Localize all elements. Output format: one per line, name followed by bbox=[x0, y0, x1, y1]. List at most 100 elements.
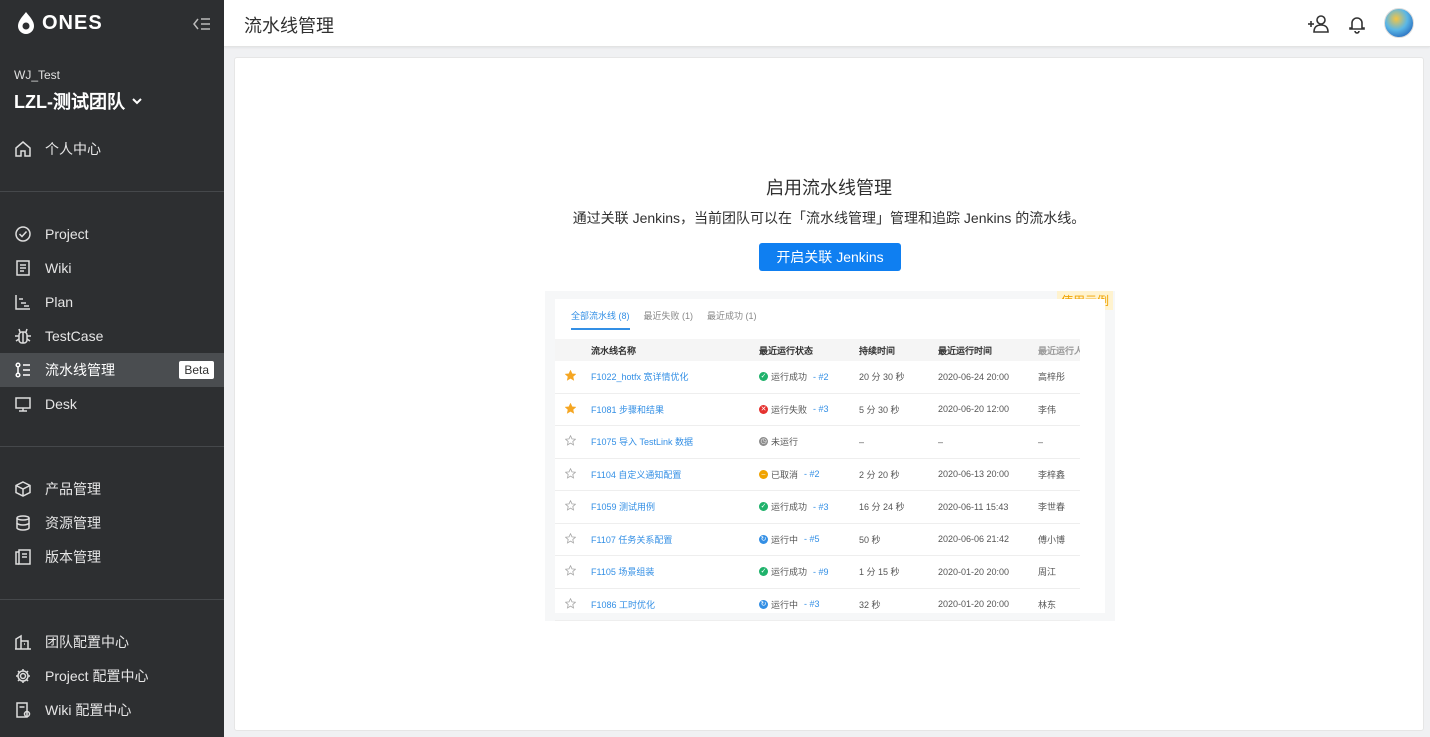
last-run-user: 傅小博 bbox=[1038, 534, 1066, 545]
sidebar-item-plan[interactable]: Plan bbox=[0, 285, 224, 319]
example-table: 流水线名称 最近运行状态 持续时间 最近运行时间 最近运行人 F1022_hot… bbox=[555, 339, 1080, 621]
sidebar-item-label: Wiki bbox=[45, 260, 72, 276]
status-fail-icon: ✕ bbox=[759, 404, 768, 414]
main-card: 启用流水线管理 通过关联 Jenkins，当前团队可以在「流水线管理」管理和追踪… bbox=[234, 57, 1424, 731]
run-status: ✕ 运行失败 - #3 bbox=[759, 403, 859, 416]
pipeline-icon bbox=[14, 361, 32, 379]
ones-logo[interactable]: ONES bbox=[16, 10, 103, 36]
run-number: - #5 bbox=[804, 534, 820, 545]
last-run-time: – bbox=[938, 436, 944, 447]
collapse-sidebar-icon[interactable] bbox=[192, 14, 212, 34]
team-name: LZL-测试团队 bbox=[14, 92, 125, 112]
team-switcher[interactable]: LZL-测试团队 bbox=[14, 88, 143, 114]
sidebar-item-label: Plan bbox=[45, 294, 74, 310]
duration: 32 秒 bbox=[859, 599, 881, 610]
wiki-icon bbox=[14, 259, 32, 277]
status-success-icon: ✓ bbox=[759, 502, 768, 512]
run-number: - #3 bbox=[804, 599, 820, 610]
table-row: F1107 任务关系配置 ↻ 运行中 - #5 50 秒 2020-06-06 21:42… bbox=[555, 524, 1080, 556]
version-icon bbox=[14, 548, 32, 566]
example-table-body: F1022_hotfx 宽详情优化 ✓ 运行成功 - #2 20 分 30 秒 2020-… bbox=[555, 361, 1080, 621]
star-filled-icon bbox=[555, 402, 591, 416]
last-run-user: 李世春 bbox=[1038, 502, 1066, 513]
run-number: - #2 bbox=[813, 371, 829, 382]
sidebar-item-resource[interactable]: 资源管理 bbox=[0, 506, 224, 540]
run-status: ✓ 运行成功 - #3 bbox=[759, 500, 859, 513]
column-header: 流水线名称 bbox=[591, 345, 637, 356]
sidebar-item-label: Project bbox=[45, 226, 89, 242]
star-outline-icon bbox=[555, 565, 591, 578]
empty-state-title: 启用流水线管理 bbox=[766, 178, 892, 198]
sidebar-item-version[interactable]: 版本管理 bbox=[0, 540, 224, 574]
sidebar-item-product[interactable]: 产品管理 bbox=[0, 472, 224, 506]
pipeline-name: F1022_hotfx 宽详情优化 bbox=[591, 372, 689, 383]
status-none-icon: ◷ bbox=[759, 437, 768, 447]
last-run-time: 2020-01-20 20:00 bbox=[938, 599, 1010, 610]
wiki-config-icon bbox=[14, 701, 32, 719]
sidebar-item-team-config[interactable]: 团队配置中心 bbox=[0, 625, 224, 659]
pipeline-name: F1059 测试用例 bbox=[591, 502, 656, 513]
last-run-time: 2020-06-24 20:00 bbox=[938, 371, 1010, 382]
column-header: 持续时间 bbox=[859, 345, 896, 356]
pipeline-name: F1107 任务关系配置 bbox=[591, 534, 673, 545]
status-text: 已取消 bbox=[771, 469, 799, 480]
last-run-time: 2020-06-13 20:00 bbox=[938, 469, 1010, 480]
sidebar-item-label: 资源管理 bbox=[45, 515, 101, 531]
run-status: ◷ 未运行 bbox=[759, 435, 859, 448]
database-icon bbox=[14, 514, 32, 532]
example-table-header: 流水线名称 最近运行状态 持续时间 最近运行时间 最近运行人 bbox=[555, 339, 1080, 361]
status-text: 运行中 bbox=[771, 599, 799, 610]
duration: 16 分 24 秒 bbox=[859, 502, 905, 513]
run-number: - #9 bbox=[813, 566, 829, 577]
star-outline-icon bbox=[555, 467, 591, 481]
top-header: 流水线管理 bbox=[224, 0, 1430, 47]
bell-icon[interactable] bbox=[1345, 12, 1369, 36]
home-icon bbox=[14, 140, 32, 158]
sidebar-item-label: 个人中心 bbox=[45, 141, 101, 157]
org-name: WJ_Test bbox=[14, 68, 61, 82]
sidebar-item-label: Wiki 配置中心 bbox=[45, 702, 132, 718]
gear-icon bbox=[14, 667, 32, 685]
sidebar: ONES WJ_Test LZL-测试团队 个人中心 Project Wiki … bbox=[0, 0, 224, 737]
column-header: 最近运行状态 bbox=[759, 345, 814, 356]
example-tab-success: 最近成功 (1) bbox=[707, 311, 757, 321]
sidebar-item-pipeline[interactable]: 流水线管理 Beta bbox=[0, 353, 224, 387]
chevron-down-icon bbox=[132, 98, 142, 105]
sidebar-item-personal[interactable]: 个人中心 bbox=[0, 132, 224, 166]
table-row: F1059 测试用例 ✓ 运行成功 - #3 16 分 24 秒 2020-06-11 1… bbox=[555, 491, 1080, 524]
status-text: 运行成功 bbox=[771, 502, 808, 513]
last-run-time: 2020-06-11 15:43 bbox=[938, 501, 1009, 512]
check-circle-icon bbox=[14, 225, 32, 243]
status-success-icon: ✓ bbox=[759, 372, 768, 382]
product-icon bbox=[14, 480, 32, 498]
connect-jenkins-button[interactable]: 开启关联 Jenkins bbox=[759, 243, 901, 271]
sidebar-item-testcase[interactable]: TestCase bbox=[0, 319, 224, 353]
add-member-icon[interactable] bbox=[1306, 12, 1330, 36]
duration: 50 秒 bbox=[859, 534, 881, 545]
run-status: ✓ 运行成功 - #2 bbox=[759, 370, 859, 383]
column-header: 最近运行时间 bbox=[938, 345, 993, 356]
sidebar-item-wiki[interactable]: Wiki bbox=[0, 251, 224, 285]
pipeline-name: F1081 步骤和结果 bbox=[591, 404, 665, 415]
column-header: 最近运行人 bbox=[1038, 345, 1080, 356]
sidebar-divider bbox=[0, 191, 224, 192]
status-text: 运行成功 bbox=[771, 567, 808, 578]
status-text: 未运行 bbox=[771, 437, 799, 448]
sidebar-item-desk[interactable]: Desk bbox=[0, 387, 224, 421]
sidebar-item-project-config[interactable]: Project 配置中心 bbox=[0, 659, 224, 693]
table-row: F1105 场景组装 ✓ 运行成功 - #9 1 分 15 秒 2020-01-20 20… bbox=[555, 556, 1080, 589]
table-row: F1075 导入 TestLink 数据 ◷ 未运行 – – – bbox=[555, 426, 1080, 459]
example-tab-failed: 最近失败 (1) bbox=[643, 311, 694, 321]
sidebar-item-project[interactable]: Project bbox=[0, 217, 224, 251]
duration: 20 分 30 秒 bbox=[859, 372, 905, 383]
last-run-time: 2020-06-06 21:42 bbox=[938, 534, 1010, 545]
avatar[interactable] bbox=[1384, 8, 1414, 38]
status-text: 运行失败 bbox=[771, 404, 808, 415]
sidebar-divider bbox=[0, 599, 224, 600]
duration: 1 分 15 秒 bbox=[859, 567, 900, 578]
sidebar-item-wiki-config[interactable]: Wiki 配置中心 bbox=[0, 693, 224, 727]
status-text: 运行成功 bbox=[771, 372, 808, 383]
last-run-time: 2020-01-20 20:00 bbox=[938, 566, 1010, 577]
empty-state-description: 通过关联 Jenkins，当前团队可以在「流水线管理」管理和追踪 Jenkins… bbox=[572, 210, 1086, 226]
example-table-panel: 全部流水线 (8) 最近失败 (1) 最近成功 (1) 流水线名称 最近运行状态… bbox=[555, 299, 1105, 621]
